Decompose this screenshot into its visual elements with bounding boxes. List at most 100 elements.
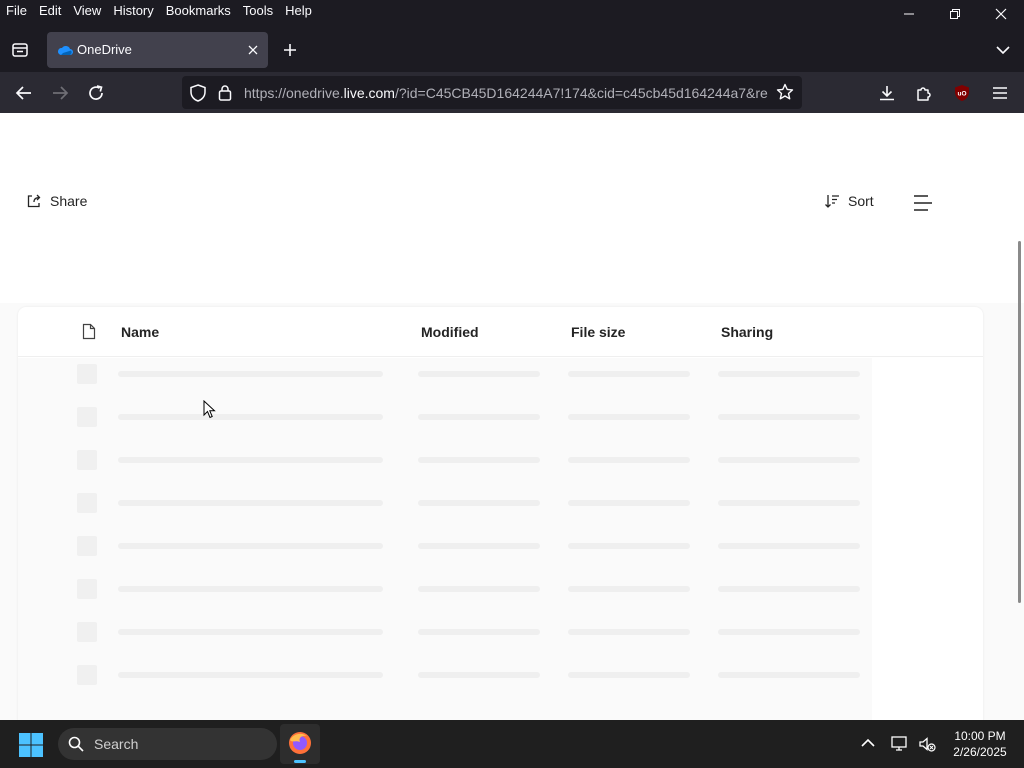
share-button[interactable]: Share	[26, 193, 87, 209]
skeleton-text-line	[718, 371, 860, 377]
skeleton-row	[18, 401, 872, 444]
lock-icon[interactable]	[218, 84, 232, 101]
skeleton-file-icon	[77, 536, 97, 556]
chevron-down-icon	[996, 46, 1010, 55]
url-rest: /?id=C45CB45D164244A7!174&cid=c45cb45d16…	[394, 85, 768, 101]
taskbar-search[interactable]: Search	[58, 728, 277, 760]
plus-icon	[284, 44, 296, 56]
column-header-name[interactable]: Name	[121, 324, 159, 340]
taskbar-firefox[interactable]	[280, 724, 320, 764]
view-options-icon[interactable]	[912, 193, 934, 213]
restore-icon	[950, 9, 960, 19]
download-icon	[880, 86, 894, 101]
svg-text:uO: uO	[957, 91, 966, 98]
tab-onedrive[interactable]: OneDrive	[47, 32, 268, 68]
url-text[interactable]: https://onedrive.live.com/?id=C45CB45D16…	[244, 85, 768, 101]
volume-muted-icon[interactable]	[918, 735, 936, 753]
skeleton-text-line	[718, 629, 860, 635]
skeleton-text-line	[568, 543, 690, 549]
skeleton-text-line	[418, 414, 540, 420]
sort-label: Sort	[848, 193, 874, 209]
share-icon	[27, 194, 41, 208]
page-scrollbar[interactable]	[1018, 241, 1021, 603]
bookmark-star-icon[interactable]	[776, 83, 794, 101]
minimize-button[interactable]	[886, 0, 932, 28]
url-bar[interactable]: https://onedrive.live.com/?id=C45CB45D16…	[182, 76, 802, 109]
sort-button[interactable]: Sort	[824, 193, 874, 209]
skeleton-text-line	[118, 672, 383, 678]
skeleton-text-line	[118, 371, 383, 377]
skeleton-row	[18, 573, 872, 616]
column-header-modified[interactable]: Modified	[421, 324, 479, 340]
skeleton-text-line	[118, 629, 383, 635]
tab-title: OneDrive	[77, 42, 132, 57]
clock-date: 2/26/2025	[953, 745, 1007, 759]
loading-skeleton	[18, 358, 872, 720]
minimize-icon	[904, 13, 914, 15]
restore-button[interactable]	[932, 0, 978, 28]
back-button[interactable]	[10, 79, 38, 107]
menu-edit[interactable]: Edit	[33, 2, 67, 20]
downloads-button[interactable]	[873, 79, 901, 107]
onedrive-cloud-icon	[57, 45, 73, 55]
menu-help[interactable]: Help	[279, 2, 318, 20]
skeleton-text-line	[718, 414, 860, 420]
skeleton-file-icon	[77, 579, 97, 599]
skeleton-text-line	[418, 629, 540, 635]
skeleton-file-icon	[77, 450, 97, 470]
firefox-view-icon	[12, 43, 28, 57]
tab-bar: OneDrive	[0, 26, 1024, 72]
close-icon	[995, 8, 1007, 20]
file-list: Name Modified File size Sharing	[18, 307, 983, 720]
column-header-sharing[interactable]: Sharing	[721, 324, 773, 340]
skeleton-text-line	[418, 543, 540, 549]
column-header-file-size[interactable]: File size	[571, 324, 625, 340]
menu-bar: File Edit View History Bookmarks Tools H…	[0, 0, 1024, 26]
ublock-origin-button[interactable]: uO	[948, 79, 976, 107]
skeleton-text-line	[568, 586, 690, 592]
new-tab-button[interactable]	[278, 38, 302, 62]
menu-view[interactable]: View	[67, 2, 107, 20]
skeleton-text-line	[568, 672, 690, 678]
skeleton-row	[18, 530, 872, 573]
forward-button[interactable]	[46, 79, 74, 107]
firefox-view-button[interactable]	[6, 36, 34, 64]
system-clock[interactable]: 10:00 PM 2/26/2025	[940, 728, 1020, 760]
skeleton-text-line	[718, 672, 860, 678]
chevron-up-icon[interactable]	[860, 736, 876, 750]
skeleton-text-line	[568, 629, 690, 635]
extensions-button[interactable]	[910, 79, 938, 107]
mouse-cursor-icon	[203, 400, 216, 419]
app-menu-button[interactable]	[986, 79, 1014, 107]
windows-start-icon[interactable]	[18, 732, 44, 758]
menu-tools[interactable]: Tools	[237, 2, 279, 20]
taskbar: Search 10:00 PM 2/26/2025	[0, 720, 1024, 768]
menu-history[interactable]: History	[107, 2, 159, 20]
close-window-button[interactable]	[978, 0, 1024, 28]
skeleton-row	[18, 444, 872, 487]
reload-icon	[89, 85, 103, 100]
skeleton-text-line	[118, 586, 383, 592]
firefox-icon	[289, 732, 311, 754]
close-icon	[248, 45, 258, 55]
skeleton-row	[18, 616, 872, 659]
skeleton-text-line	[568, 457, 690, 463]
file-type-icon[interactable]	[82, 323, 96, 340]
menu-file[interactable]: File	[0, 2, 33, 20]
navigation-bar: https://onedrive.live.com/?id=C45CB45D16…	[0, 72, 1024, 113]
list-all-tabs-button[interactable]	[990, 38, 1016, 62]
forward-arrow-icon	[53, 86, 69, 100]
command-bar: Share Sort	[0, 113, 1024, 303]
skeleton-text-line	[418, 500, 540, 506]
tab-close-button[interactable]	[243, 40, 263, 60]
skeleton-text-line	[418, 371, 540, 377]
network-icon[interactable]	[890, 735, 910, 753]
skeleton-text-line	[418, 672, 540, 678]
tracking-protection-shield-icon[interactable]	[190, 84, 206, 102]
skeleton-text-line	[568, 414, 690, 420]
skeleton-file-icon	[77, 665, 97, 685]
reload-button[interactable]	[82, 79, 110, 107]
skeleton-text-line	[718, 586, 860, 592]
skeleton-row	[18, 358, 872, 401]
menu-bookmarks[interactable]: Bookmarks	[160, 2, 237, 20]
